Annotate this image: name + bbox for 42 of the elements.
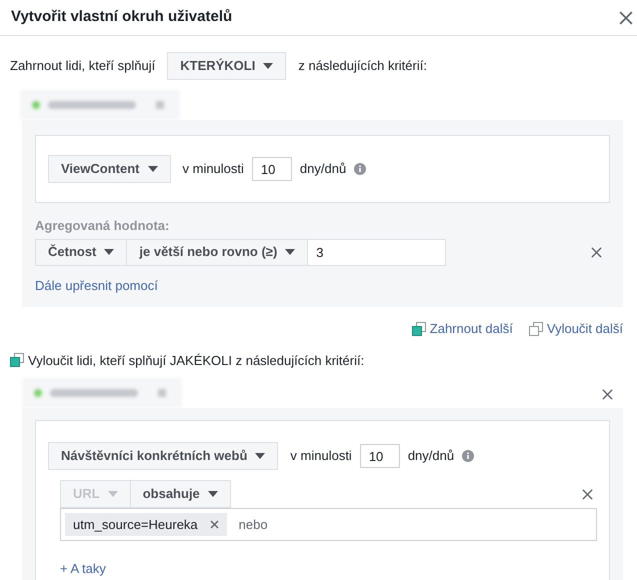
event-dropdown[interactable]: Návštěvníci konkrétních webů	[48, 442, 278, 470]
aggregate-label: Agregovaná hodnota:	[35, 217, 170, 235]
caret-icon	[263, 63, 274, 69]
stacked-squares-icon	[528, 322, 543, 336]
include-prefix: Zahrnout lidi, kteří splňují	[10, 57, 156, 76]
caret-icon	[208, 491, 218, 497]
close-icon[interactable]	[619, 10, 633, 24]
add-criteria-link[interactable]: Zahrnout další	[412, 319, 513, 338]
remove-icon[interactable]	[210, 520, 219, 529]
caret-icon	[148, 166, 158, 172]
match-dropdown[interactable]: KTERÝKOLI	[167, 52, 286, 80]
add-criteria-link[interactable]: Vyloučit další	[528, 319, 623, 338]
unit-label: dny/dnů	[300, 160, 346, 178]
input-placeholder: nebo	[238, 516, 268, 534]
in-last-label: v minulosti	[290, 447, 352, 466]
include-suffix: z následujících kritérií:	[298, 57, 427, 76]
dialog-title: Vytvořit vlastní okruh uživatelů	[11, 7, 232, 28]
event-dropdown[interactable]: ViewContent	[48, 155, 170, 183]
caret-icon	[104, 249, 114, 255]
operator-dropdown[interactable]: je větší nebo rovno (≥)	[127, 238, 308, 266]
info-icon	[354, 163, 366, 175]
caret-icon	[285, 249, 296, 255]
caret-icon	[255, 453, 266, 459]
days-field[interactable]: 10	[252, 157, 292, 181]
condition-dropdown[interactable]: obsahuje	[130, 480, 231, 508]
value-field[interactable]: 3	[308, 238, 446, 266]
refine-link[interactable]: Dále upřesnit pomocí	[35, 276, 158, 295]
and-link[interactable]: + A taky	[60, 559, 106, 578]
close-icon[interactable]	[602, 389, 613, 400]
close-icon[interactable]	[591, 246, 602, 258]
exclude-text: Vyloučit lidi, kteří splňují JAKÉKOLI z následujících kritérií:	[28, 352, 364, 370]
stacked-squares-icon	[412, 322, 426, 336]
stacked-squares-icon	[10, 353, 24, 368]
caret-icon	[108, 491, 118, 497]
url-tag: utm_source=Heureka	[65, 513, 227, 536]
metric-dropdown[interactable]: Četnost	[35, 238, 128, 266]
in-last-label: v minulosti	[182, 160, 244, 178]
url-input[interactable]: utm_source=Heureka nebo	[60, 508, 597, 541]
info-icon	[462, 450, 474, 462]
close-icon[interactable]	[582, 488, 593, 500]
days-field[interactable]: 10	[360, 444, 400, 468]
unit-label: dny/dnů	[408, 447, 454, 466]
